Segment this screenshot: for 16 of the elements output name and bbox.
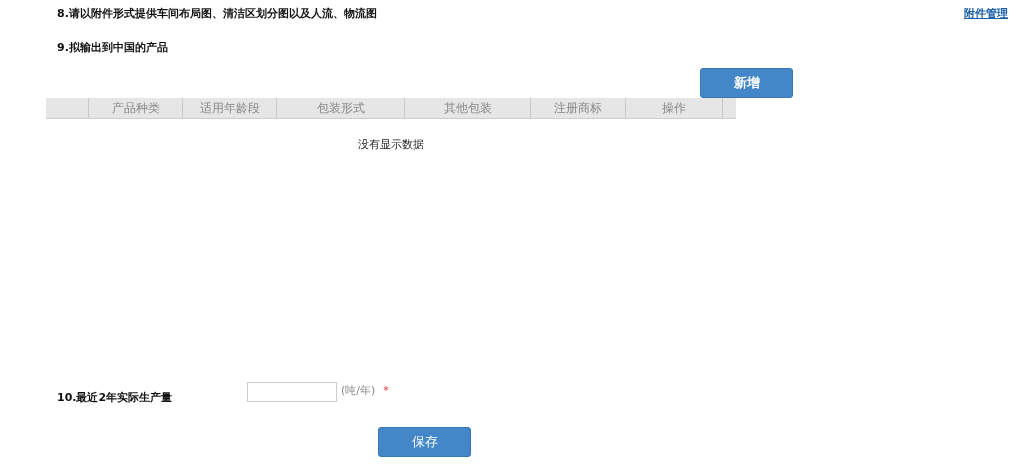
field-label: 10.最近2年实际生产量 <box>57 390 174 405</box>
attachment-link[interactable]: 附件管理 <box>964 5 1008 21</box>
production-input[interactable] <box>247 381 337 402</box>
section-title: 9.拟输出到中国的产品 <box>57 41 168 54</box>
column-header: 操作 <box>625 98 722 118</box>
section-title: 8.请以附件形式提供车间布局图、清洁区划分图以及人流、物流图 <box>57 5 377 21</box>
empty-message: 没有显示数据 <box>357 137 425 152</box>
column-header: 其他包装 <box>404 98 530 118</box>
column-header: 适用年龄段 <box>182 98 276 118</box>
save-button[interactable]: 保存 <box>378 427 471 457</box>
add-button[interactable]: 新增 <box>700 68 793 98</box>
column-header: 包装形式 <box>276 98 404 118</box>
column-header: 产品种类 <box>88 98 182 118</box>
required-mark: * <box>383 384 389 397</box>
column-header: 注册商标 <box>530 98 625 118</box>
unit-label: (吨/年) <box>341 383 376 398</box>
